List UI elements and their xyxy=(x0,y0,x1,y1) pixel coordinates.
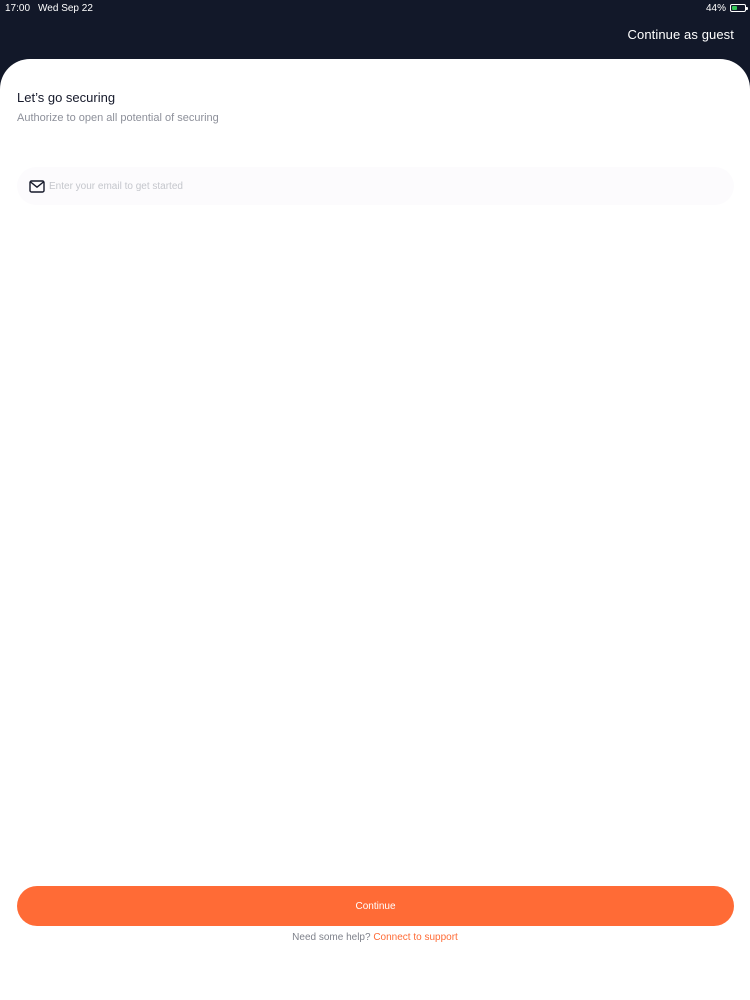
continue-button[interactable]: Continue xyxy=(17,886,734,926)
continue-as-guest-link[interactable]: Continue as guest xyxy=(628,27,735,42)
help-text: Need some help? xyxy=(292,932,371,943)
status-bar: 17:00 Wed Sep 22 44% xyxy=(0,0,750,16)
status-left: 17:00 Wed Sep 22 xyxy=(5,3,93,14)
login-sheet: Let’s go securing Authorize to open all … xyxy=(0,59,750,1000)
status-date: Wed Sep 22 xyxy=(38,2,93,14)
connect-to-support-link[interactable]: Connect to support xyxy=(373,932,458,943)
page-title: Let’s go securing xyxy=(17,90,116,105)
battery-fill xyxy=(732,6,738,10)
email-field-container[interactable] xyxy=(17,167,734,205)
status-time: 17:00 xyxy=(5,2,31,14)
status-right: 44% xyxy=(705,2,748,14)
mail-icon xyxy=(29,179,45,193)
battery-percentage: 44% xyxy=(705,2,726,14)
email-input[interactable] xyxy=(49,174,649,198)
page-subtitle: Authorize to open all potential of secur… xyxy=(17,112,219,124)
battery-icon xyxy=(730,4,748,12)
login-screen: 17:00 Wed Sep 22 44% Continue as guest L… xyxy=(0,0,750,1000)
help-row: Need some help? Connect to support xyxy=(0,932,750,943)
top-header: Continue as guest xyxy=(628,24,735,44)
